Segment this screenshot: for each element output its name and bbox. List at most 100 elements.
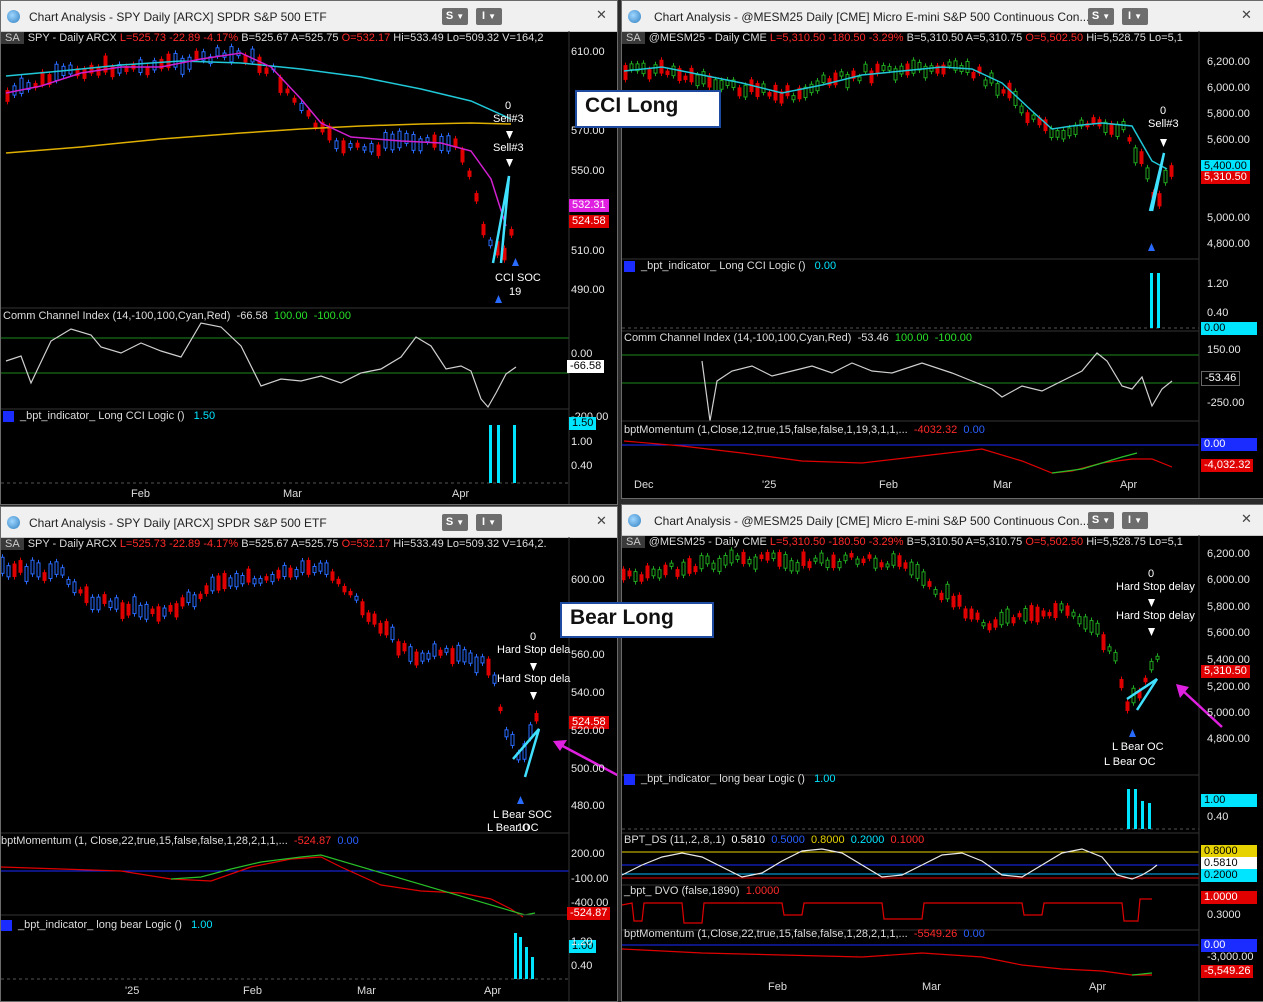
date-axis-label: Apr xyxy=(1120,479,1138,491)
indicator-label[interactable]: _bpt_indicator_ long bear Logic () 1.00 xyxy=(1,919,212,931)
candle-body xyxy=(300,560,305,573)
indicator-bar xyxy=(1127,789,1130,829)
momentum-line-red xyxy=(622,948,1152,976)
price-axis-label: 5,800.00 xyxy=(1207,108,1250,120)
sell-arrow-icon xyxy=(530,663,537,671)
indicator-label[interactable]: _bpt_indicator_ Long CCI Logic () 0.00 xyxy=(624,260,836,272)
candle-body xyxy=(510,733,515,746)
date-axis-label: Dec xyxy=(634,479,654,491)
chart-window-spy-bottom[interactable]: Chart Analysis - SPY Daily [ARCX] SPDR S… xyxy=(0,506,618,1002)
candle-body xyxy=(903,562,908,569)
candle-body xyxy=(355,142,360,148)
dvo-label[interactable]: _bpt_ DVO (false,1890) 1.0000 xyxy=(624,885,779,897)
candle-body xyxy=(747,558,752,565)
candle-body xyxy=(669,562,674,567)
candle-body xyxy=(807,561,812,569)
date-axis-label: Feb xyxy=(243,985,262,997)
candle-body xyxy=(1083,616,1088,630)
date-axis-label: '25 xyxy=(125,985,140,997)
soc-signal-label: CCI SOC xyxy=(495,272,541,284)
candle-body xyxy=(687,558,692,574)
indicator-bar xyxy=(1150,273,1153,328)
candle-body xyxy=(845,74,850,89)
momentum-axis-label: 200.00 xyxy=(571,848,605,860)
candle-body xyxy=(915,564,920,579)
candle-body xyxy=(210,576,215,592)
trend-line xyxy=(1126,677,1159,711)
indicator-label[interactable]: _bpt_indicator_ Long CCI Logic () 1.50 xyxy=(3,410,215,422)
candle-body xyxy=(36,562,41,578)
chart-window-spy-top[interactable]: Chart Analysis - SPY Daily [ARCX] SPDR S… xyxy=(0,0,618,505)
candle-body xyxy=(414,651,419,666)
candle-body xyxy=(481,223,486,236)
candle-body xyxy=(408,646,413,662)
indicator-color-swatch xyxy=(624,260,635,272)
candle-body xyxy=(821,74,826,84)
date-axis-label: Mar xyxy=(993,479,1012,491)
date-axis-label: Apr xyxy=(1089,981,1107,993)
momentum-label[interactable]: bptMomentum (1, Close,22,true,15,false,f… xyxy=(1,835,359,847)
candle-body xyxy=(933,589,938,595)
candle-body xyxy=(887,65,892,71)
candle-body xyxy=(509,229,514,236)
candle-body xyxy=(282,564,287,577)
date-axis-label: Apr xyxy=(452,488,470,500)
indicator-label[interactable]: _bpt_indicator_ long bear Logic () 1.00 xyxy=(624,773,835,785)
candle-body xyxy=(234,572,239,588)
price-axis-label: 6,200.00 xyxy=(1207,548,1250,560)
candle-body xyxy=(735,555,740,561)
momentum-label[interactable]: bptMomentum (1,Close,12,true,15,false,fa… xyxy=(624,424,985,436)
candle-body xyxy=(995,83,1000,96)
chart-window-mes-top[interactable]: Chart Analysis - @MESM25 Daily [CME] Mic… xyxy=(621,0,1263,499)
candle-body xyxy=(1071,611,1076,617)
ds-label[interactable]: BPT_DS (11,.2,.8,.1) 0.5810 0.5000 0.800… xyxy=(624,834,924,846)
candle-body xyxy=(334,140,339,150)
candle-body xyxy=(785,85,790,97)
date-axis-label: Mar xyxy=(283,488,302,500)
price-chart-canvas[interactable] xyxy=(622,505,1263,1001)
candle-body xyxy=(264,67,269,74)
candle-body xyxy=(354,595,359,601)
candle-body xyxy=(156,606,161,622)
candle-body xyxy=(951,595,956,608)
candle-body xyxy=(881,64,886,71)
momentum-line-red xyxy=(1,856,524,918)
candle-body xyxy=(701,71,706,85)
candle-body xyxy=(78,589,83,594)
chart-window-mes-bottom[interactable]: Chart Analysis - @MESM25 Daily [CME] Mic… xyxy=(621,504,1263,1002)
candle-body xyxy=(1113,652,1118,662)
candle-body xyxy=(144,603,149,620)
candle-body xyxy=(96,596,101,611)
candle-body xyxy=(194,50,199,60)
candle-body xyxy=(90,596,95,611)
candle-body xyxy=(899,65,904,75)
cci-label[interactable]: Comm Channel Index (14,-100,100,Cyan,Red… xyxy=(3,310,351,322)
bear-oc-label: L Bear OC xyxy=(1112,741,1164,753)
date-axis-label: Feb xyxy=(131,488,150,500)
indicator-bar xyxy=(525,947,528,979)
candle-body xyxy=(180,597,185,607)
candle-body xyxy=(288,567,293,578)
bear-long-callout: Bear Long xyxy=(560,602,714,638)
candle-body xyxy=(839,71,844,77)
candle-body xyxy=(707,75,712,88)
candle-body xyxy=(145,66,150,76)
candle-body xyxy=(294,569,299,578)
candle-body xyxy=(1013,90,1018,106)
bear-oc-label: L Bear OC xyxy=(487,822,539,834)
price-chart-canvas[interactable] xyxy=(1,1,617,504)
momentum-label[interactable]: bptMomentum (1,Close,22,true,15,false,fa… xyxy=(624,928,985,940)
candle-body xyxy=(372,613,377,625)
momentum-zero-tag: 0.00 xyxy=(1201,438,1257,451)
candle-body xyxy=(657,569,662,579)
candle-body xyxy=(857,76,862,82)
cci-label[interactable]: Comm Channel Index (14,-100,100,Cyan,Red… xyxy=(624,332,972,344)
candle-body xyxy=(502,247,507,261)
candle-body xyxy=(1107,646,1112,652)
candle-body xyxy=(975,612,980,620)
candle-body xyxy=(270,574,275,583)
candle-body xyxy=(773,84,778,101)
sell-arrow-icon xyxy=(506,131,513,139)
candle-body xyxy=(855,558,860,565)
indicator-color-swatch xyxy=(1,919,12,931)
